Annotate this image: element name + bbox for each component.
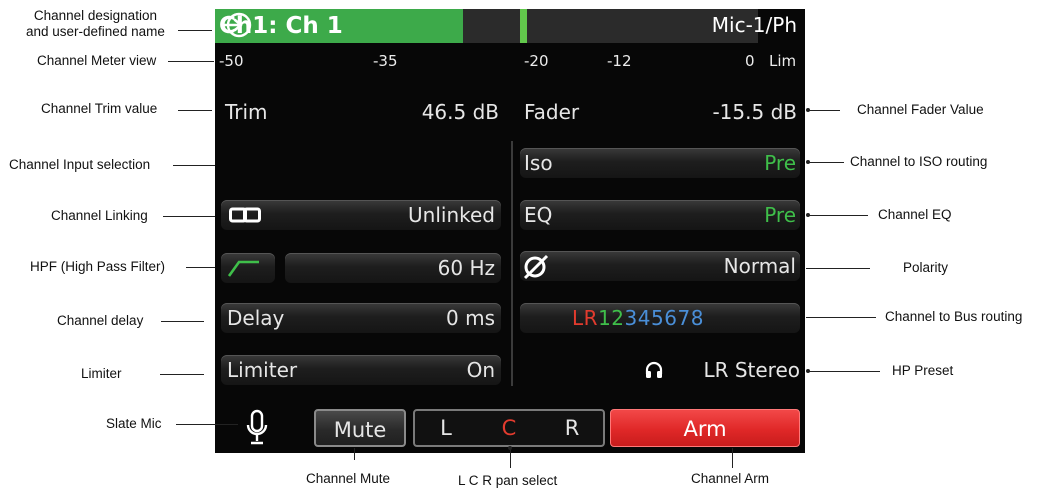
limiter-label: Limiter [227,358,298,382]
bus-routing-value: LR12345678 [572,305,704,331]
delay-button[interactable]: Delay 0 ms [221,303,501,333]
callout-delay: Channel delay [57,313,144,328]
fader-label: Fader [524,100,580,124]
pan-center[interactable]: C [478,411,540,445]
meter-scale-lim: Lim [769,52,797,70]
headphones-icon [645,361,663,378]
callout-bus-routing: Channel to Bus routing [885,309,1023,324]
callout-trim-value: Channel Trim value [41,101,158,116]
pan-right[interactable]: R [541,411,603,445]
bus-routing-item-L: L [572,306,584,330]
bus-routing-item-6: 6 [664,306,678,330]
meter-scale-minus12: -12 [607,52,632,70]
hpf-toggle-button[interactable] [221,253,275,283]
link-value: Unlinked [408,203,495,227]
microphone-icon[interactable] [245,409,269,447]
bus-routing-item-4: 4 [637,306,651,330]
callout-mute: Channel Mute [306,471,391,486]
callout-fader-value: Channel Fader Value [857,102,984,117]
callout-arm: Channel Arm [691,471,770,486]
mute-button[interactable]: Mute [314,409,406,447]
eq-label: EQ [524,203,553,227]
delay-label: Delay [227,306,285,330]
callout-line [510,448,511,468]
callout-hpf: HPF (High Pass Filter) [30,259,166,274]
polarity-value: Normal [723,254,796,278]
callout-line [808,162,844,163]
meter-scale-minus20: -20 [524,52,549,70]
callout-eq: Channel EQ [878,207,952,222]
limiter-button[interactable]: Limiter On [221,355,501,385]
polarity-icon [523,254,549,280]
meter-peak-indicator [520,9,527,43]
input-value: Mic-1/Ph [711,13,797,37]
callout-slate-mic: Slate Mic [106,416,162,431]
callout-meter-view: Channel Meter view [37,53,157,68]
link-icon [229,207,261,223]
bus-routing-item-R: R [583,306,599,330]
callout-line [354,448,355,460]
callout-line [178,30,212,31]
input-icon [223,12,252,38]
limiter-value: On [466,358,495,382]
iso-button[interactable]: Iso Pre [520,148,800,178]
fader-value[interactable]: -15.5 dB [712,99,797,125]
bus-routing-item-1: 1 [598,306,612,330]
trim-label: Trim [225,100,268,124]
bus-routing-item-5: 5 [651,306,665,330]
callout-pan-select: L C R pan select [458,473,558,488]
callout-line [168,61,214,62]
bus-routing-button[interactable]: LR12345678 [520,303,800,333]
callout-hp-preset: HP Preset [892,363,954,378]
meter-scale-0: 0 [745,52,755,70]
callout-polarity: Polarity [903,260,949,275]
iso-value: Pre [764,151,796,175]
hp-preset-value: LR Stereo [703,358,800,382]
callout-iso-routing: Channel to ISO routing [850,154,988,169]
bus-routing-item-8: 8 [690,306,704,330]
callout-line [808,215,868,216]
callout-line [806,317,876,318]
trim-value[interactable]: 46.5 dB [422,99,499,125]
callout-limiter: Limiter [81,366,122,381]
eq-value: Pre [764,203,796,227]
callout-line [176,424,238,425]
callout-line [808,371,880,372]
callout-line [808,110,840,111]
arm-button[interactable]: Arm [610,409,800,447]
hpf-curve-icon [227,260,259,277]
callout-channel-designation: Channel designation and user-defined nam… [26,8,165,39]
eq-button[interactable]: EQ Pre [520,200,800,230]
hpf-frequency-button[interactable]: 60 Hz [285,253,501,283]
callout-input-selection: Channel Input selection [9,157,151,172]
bus-routing-item-3: 3 [624,306,638,330]
callout-line [163,216,215,217]
polarity-button[interactable]: Normal [520,251,800,281]
hp-preset-button[interactable]: LR Stereo [645,355,800,385]
meter-scale-minus35: -35 [373,52,398,70]
callout-line [161,321,204,322]
callout-linking: Channel Linking [51,208,148,223]
callout-line [178,110,212,111]
hpf-value: 60 Hz [437,256,495,280]
pan-select[interactable]: L C R [413,409,605,447]
bus-routing-item-2: 2 [611,306,625,330]
callout-line [173,165,215,166]
bus-routing-item-7: 7 [677,306,691,330]
callout-line [806,268,870,269]
iso-label: Iso [524,151,553,175]
channel-screen: Ch1: Ch 1 -50 -35 -20 -12 0 Lim Trim 46.… [215,9,805,453]
delay-value: 0 ms [446,306,495,330]
callout-line [732,448,733,468]
callout-line [160,374,204,375]
link-button[interactable]: Unlinked [221,200,501,230]
meter-scale-minus50: -50 [219,52,244,70]
callout-line [186,267,215,268]
pan-left[interactable]: L [415,411,477,445]
callout-dot [508,446,512,450]
column-divider [511,141,513,386]
